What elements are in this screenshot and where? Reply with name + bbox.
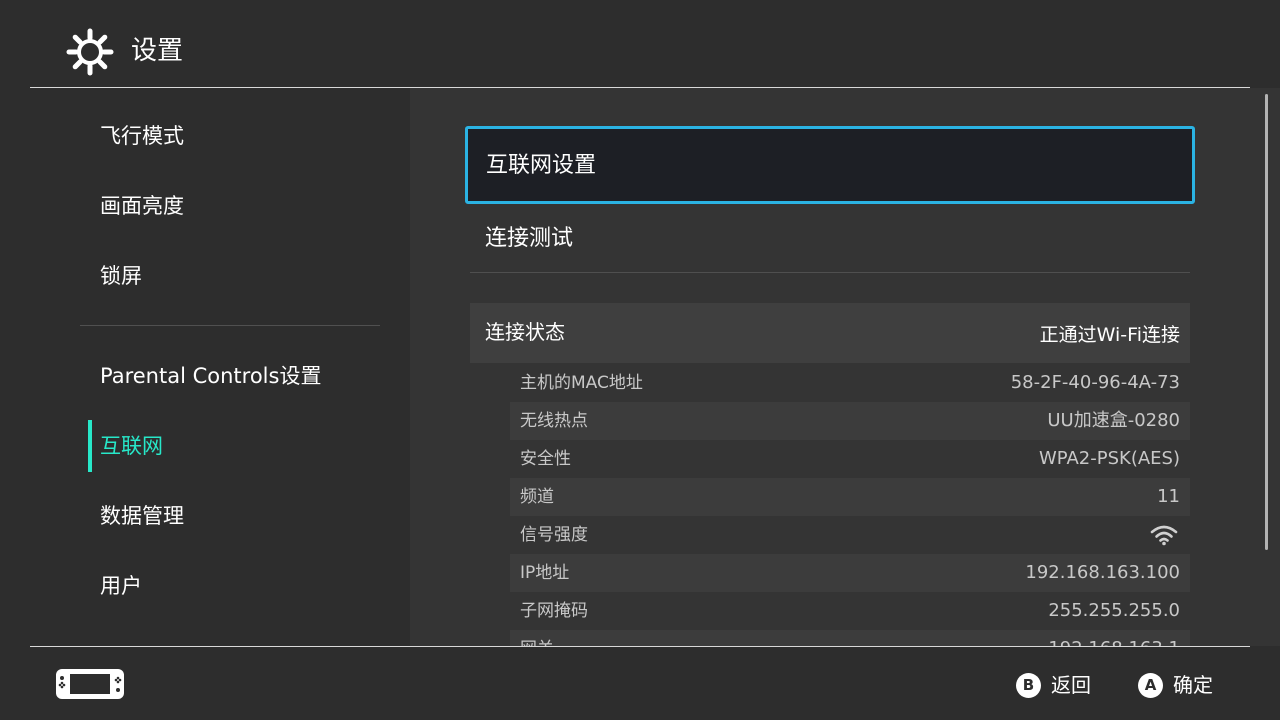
detail-label: 频道 bbox=[520, 487, 554, 507]
sidebar-item-users[interactable]: 用户 bbox=[100, 571, 142, 601]
confirm-hint[interactable]: A 确定 bbox=[1138, 671, 1213, 699]
detail-label: 安全性 bbox=[520, 449, 571, 469]
confirm-label: 确定 bbox=[1173, 673, 1213, 697]
console-icon bbox=[56, 669, 124, 699]
detail-value: WPA2-PSK(AES) bbox=[1038, 448, 1180, 469]
detail-label: 子网掩码 bbox=[520, 601, 588, 621]
connection-status-row: 连接状态 正通过Wi-Fi连接 bbox=[470, 303, 1190, 363]
back-label: 返回 bbox=[1051, 673, 1091, 697]
detail-row-ssid: 无线热点 UU加速盒-0280 bbox=[510, 402, 1190, 440]
detail-row-security: 安全性 WPA2-PSK(AES) bbox=[510, 440, 1190, 478]
connection-test-label: 连接测试 bbox=[485, 226, 574, 251]
detail-value: 58-2F-40-96-4A-73 bbox=[1010, 372, 1180, 393]
detail-value: UU加速盒-0280 bbox=[1047, 410, 1180, 431]
detail-row-channel: 频道 11 bbox=[510, 478, 1190, 516]
connection-details: 主机的MAC地址 58-2F-40-96-4A-73 无线热点 UU加速盒-02… bbox=[510, 364, 1190, 646]
b-button-icon: B bbox=[1016, 672, 1041, 698]
detail-label: 网关 bbox=[520, 638, 554, 646]
main-divider bbox=[470, 272, 1190, 273]
detail-row-subnet: 子网掩码 255.255.255.0 bbox=[510, 592, 1190, 630]
sidebar-item-parental-controls[interactable]: Parental Controls设置 bbox=[100, 361, 321, 391]
internet-settings-button[interactable]: 互联网设置 bbox=[465, 126, 1195, 204]
a-button-icon: A bbox=[1138, 672, 1163, 698]
detail-value: 192.168.163.100 bbox=[1025, 562, 1180, 583]
page-title: 设置 bbox=[131, 36, 184, 66]
connection-test-button[interactable]: 连接测试 bbox=[470, 216, 1190, 272]
detail-row-mac: 主机的MAC地址 58-2F-40-96-4A-73 bbox=[510, 364, 1190, 402]
detail-row-gateway: 网关 192.168.163.1 bbox=[510, 630, 1190, 646]
sidebar-item-brightness[interactable]: 画面亮度 bbox=[100, 191, 184, 221]
connection-status-value: 正通过Wi-Fi连接 bbox=[1039, 324, 1180, 346]
connection-status-label: 连接状态 bbox=[485, 320, 565, 344]
detail-label: IP地址 bbox=[520, 563, 570, 583]
detail-row-ip: IP地址 192.168.163.100 bbox=[510, 554, 1190, 592]
sidebar-active-indicator bbox=[88, 420, 92, 472]
detail-value: 11 bbox=[1157, 486, 1180, 507]
wifi-signal-icon bbox=[1150, 525, 1178, 546]
sidebar-divider bbox=[80, 325, 380, 326]
sidebar: 飞行模式 画面亮度 锁屏 Parental Controls设置 互联网 数据管… bbox=[30, 88, 410, 646]
main-panel: 互联网设置 连接测试 连接状态 正通过Wi-Fi连接 主机的MAC地址 58-2… bbox=[410, 88, 1280, 646]
sidebar-item-data-management[interactable]: 数据管理 bbox=[100, 501, 184, 531]
internet-settings-label: 互联网设置 bbox=[486, 153, 597, 178]
header: 设置 bbox=[0, 0, 1280, 88]
back-hint[interactable]: B 返回 bbox=[1016, 671, 1091, 699]
detail-value: 192.168.163.1 bbox=[1048, 637, 1180, 646]
sidebar-item-airplane-mode[interactable]: 飞行模式 bbox=[100, 121, 184, 151]
footer: B 返回 A 确定 bbox=[0, 647, 1280, 720]
sidebar-item-lock-screen[interactable]: 锁屏 bbox=[100, 261, 142, 291]
detail-label: 无线热点 bbox=[520, 411, 588, 431]
sidebar-item-internet[interactable]: 互联网 bbox=[100, 431, 163, 461]
scrollbar[interactable] bbox=[1265, 94, 1268, 550]
gear-icon bbox=[66, 28, 114, 76]
detail-label: 主机的MAC地址 bbox=[520, 373, 643, 393]
detail-row-signal: 信号强度 bbox=[510, 516, 1190, 554]
detail-label: 信号强度 bbox=[520, 525, 588, 545]
detail-value: 255.255.255.0 bbox=[1048, 600, 1180, 621]
